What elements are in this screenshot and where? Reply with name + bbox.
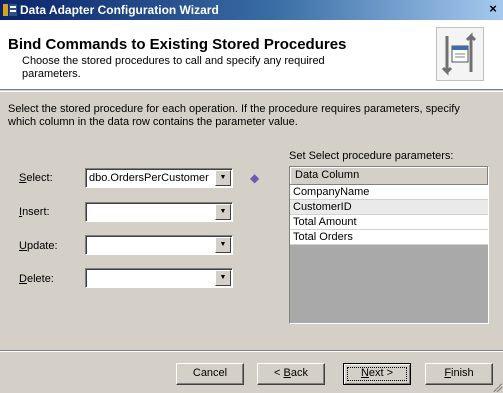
select-label: Select:	[19, 172, 53, 184]
instructions-text: Select the stored procedure for each ope…	[8, 103, 460, 128]
chevron-down-icon[interactable]: ▼	[215, 237, 231, 253]
chevron-down-icon[interactable]: ▼	[215, 270, 231, 286]
cancel-button[interactable]: Cancel	[176, 363, 244, 385]
table-row[interactable]: Total Amount	[290, 215, 488, 230]
close-icon[interactable]: ×	[485, 2, 501, 18]
table-row[interactable]: CompanyName	[290, 185, 488, 200]
insert-label: Insert:	[19, 206, 50, 218]
delete-label: Delete:	[19, 273, 54, 285]
delete-procedure-combo[interactable]: ▼	[85, 268, 233, 288]
back-button[interactable]: < Back	[257, 363, 325, 385]
window-title: Data Adapter Configuration Wizard	[20, 3, 219, 17]
diamond-arrow-icon: ◆	[250, 171, 260, 185]
chevron-down-icon[interactable]: ▼	[215, 170, 231, 186]
next-button[interactable]: Next >	[343, 363, 411, 385]
select-procedure-combo[interactable]: dbo.OrdersPerCustomer ▼	[85, 168, 233, 188]
update-label: Update:	[19, 240, 58, 252]
parameters-grid[interactable]: Data Column CompanyName CustomerID Total…	[289, 166, 489, 324]
title-bar: Data Adapter Configuration Wizard ×	[0, 0, 503, 20]
header-divider	[0, 91, 503, 92]
insert-procedure-combo[interactable]: ▼	[85, 202, 233, 222]
table-row[interactable]: Total Orders	[290, 230, 488, 245]
finish-button[interactable]: Finish	[425, 363, 493, 385]
wizard-app-icon	[3, 4, 17, 16]
wizard-header: Bind Commands to Existing Stored Procedu…	[0, 20, 503, 90]
resize-grip-icon[interactable]	[492, 382, 502, 392]
page-title: Bind Commands to Existing Stored Procedu…	[8, 36, 347, 53]
select-procedure-value: dbo.OrdersPerCustomer	[89, 172, 209, 184]
chevron-down-icon[interactable]: ▼	[215, 204, 231, 220]
parameters-caption: Set Select procedure parameters:	[289, 150, 454, 162]
update-procedure-combo[interactable]: ▼	[85, 235, 233, 255]
grid-column-header[interactable]: Data Column	[290, 167, 488, 185]
page-subtitle: Choose the stored procedures to call and…	[22, 55, 325, 80]
stored-procedure-wizard-icon	[436, 27, 484, 81]
table-row[interactable]: CustomerID	[290, 200, 488, 215]
